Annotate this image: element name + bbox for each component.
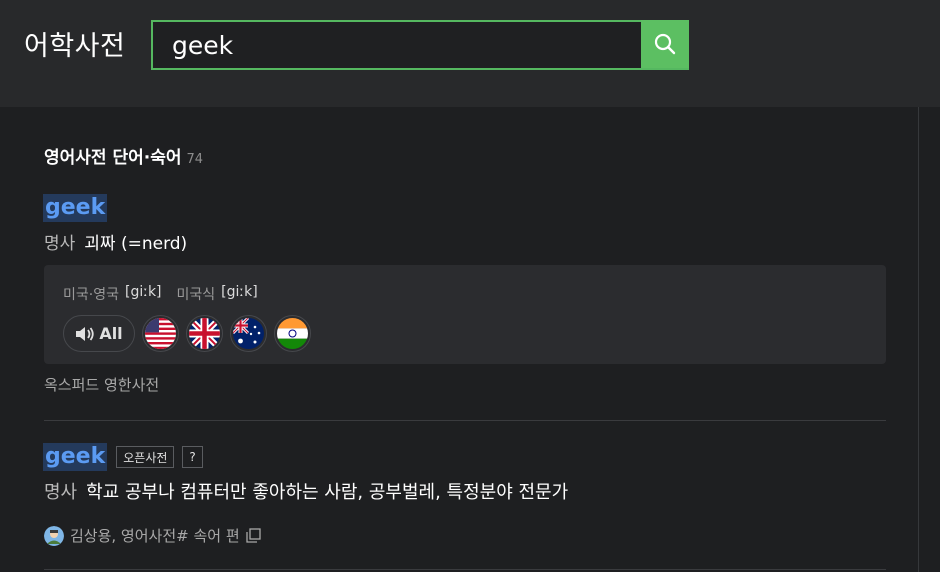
entry-headword: geek [43, 194, 108, 222]
section-title[interactable]: 영어사전 단어·숙어 [44, 143, 182, 168]
headword-link[interactable]: geek [43, 443, 108, 471]
pron-region-label: 미국·영국 [63, 287, 119, 303]
contributor-text[interactable]: 김상용, 영어사전# 속어 편 [70, 525, 240, 546]
uk-flag-icon [189, 318, 220, 349]
avatar-icon [44, 525, 64, 546]
definition-text: 괴짜 (=nerd) [84, 234, 188, 254]
entry-definition: 명사 학교 공부나 컴퓨터만 좋아하는 사람, 공부벌레, 특정분야 전문가 [44, 478, 568, 504]
contributor-line: 김상용, 영어사전# 속어 편 [44, 525, 261, 546]
dictionary-source[interactable]: 옥스퍼드 영한사전 [44, 374, 159, 395]
results-panel: 영어사전 단어·숙어 74 geek 명사 괴짜 (=nerd) 미국·영국 [… [0, 107, 918, 572]
headword-link[interactable]: geek [43, 194, 108, 222]
play-uk-button[interactable] [186, 315, 223, 352]
pron-ipa: [giːk] [124, 284, 162, 300]
dictionary-logo[interactable]: 어학사전 [24, 24, 125, 63]
in-flag-icon [277, 318, 308, 349]
part-of-speech: 명사 [44, 234, 76, 254]
entry-header: geek 오픈사전 ? [43, 443, 203, 471]
header-bar: 어학사전 [0, 0, 940, 107]
play-in-button[interactable] [274, 315, 311, 352]
audio-buttons: All [63, 315, 318, 352]
play-all-button[interactable]: All [63, 315, 135, 352]
search-icon [654, 33, 676, 55]
play-all-label: All [99, 324, 123, 343]
us-flag-icon [145, 318, 176, 349]
search-box [151, 20, 689, 70]
speaker-icon [76, 326, 94, 341]
result-count: 74 [186, 152, 204, 167]
column-divider [918, 107, 919, 572]
play-au-button[interactable] [230, 315, 267, 352]
pron-ipa: [giːk] [221, 284, 258, 300]
play-us-button[interactable] [142, 315, 179, 352]
entry-definition: 명사 괴짜 (=nerd) [44, 229, 187, 254]
entry-divider [44, 569, 886, 570]
definition-text: 학교 공부나 컴퓨터만 좋아하는 사람, 공부벌레, 특정분야 전문가 [86, 482, 569, 503]
copy-icon[interactable] [246, 528, 261, 543]
help-button[interactable]: ? [182, 446, 203, 468]
section-header: 영어사전 단어·숙어 74 [44, 143, 203, 168]
open-dictionary-badge: 오픈사전 [116, 446, 175, 468]
pronunciation-row: 미국·영국 [giːk] 미국식 [giːk] [63, 284, 273, 304]
pron-region-label: 미국식 [176, 287, 216, 303]
au-flag-icon [233, 318, 264, 349]
search-button[interactable] [641, 20, 689, 68]
search-input[interactable] [153, 22, 641, 68]
pronunciation-card: 미국·영국 [giːk] 미국식 [giːk] All [44, 265, 886, 364]
part-of-speech: 명사 [44, 482, 78, 503]
entry-divider [44, 420, 886, 421]
